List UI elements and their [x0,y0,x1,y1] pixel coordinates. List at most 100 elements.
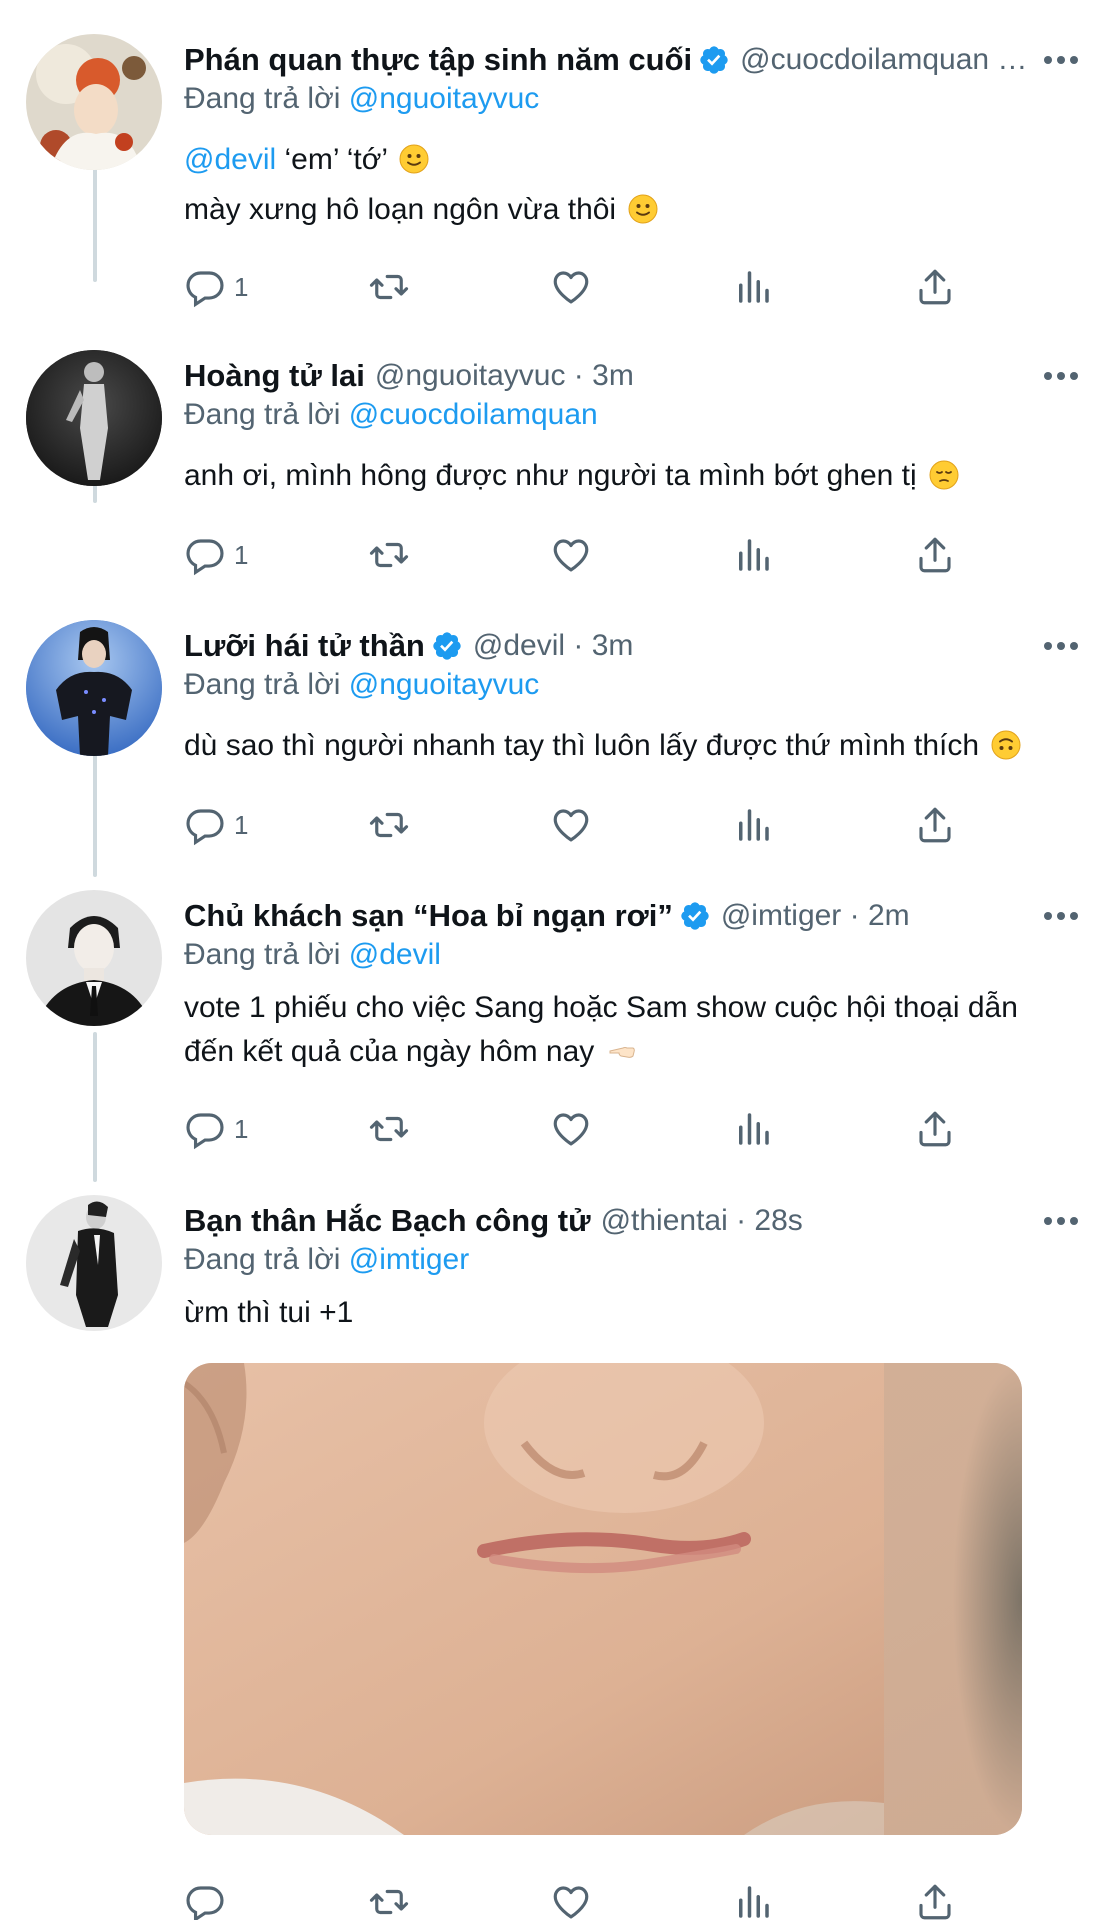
reply-icon [186,539,224,576]
mention-link[interactable]: @devil [184,143,276,176]
heart-icon [553,271,589,304]
user-handle[interactable]: @devil · 3m [473,629,634,663]
avatar[interactable] [26,620,162,756]
reply-icon [186,1113,224,1150]
like-button[interactable] [550,1877,592,1920]
display-name[interactable]: Hoàng tử lai [184,358,365,394]
avatar[interactable] [26,1195,162,1331]
tweet-text: dù sao thì người nhanh tay thì luôn lấy … [184,724,1078,768]
more-icon[interactable] [1044,38,1078,82]
reply-icon [186,809,224,846]
user-handle[interactable]: @thientai · 28s [601,1204,803,1238]
reply-button[interactable]: 1 [184,262,248,312]
tweet[interactable]: Bạn thân Hắc Bạch công tử @thientai · 28… [0,1195,1118,1920]
tweet[interactable]: Chủ khách sạn “Hoa bỉ ngạn rơi” @imtiger… [0,890,1118,1180]
tweet-actions: 1 [184,530,984,580]
avatar[interactable] [26,350,162,486]
more-icon[interactable] [1044,1199,1078,1243]
tweet[interactable]: Lưỡi hái tử thần @devil · 3m Đang trả lờ… [0,620,1118,870]
verified-badge-icon [681,902,709,930]
replying-label: Đang trả lời [184,398,341,431]
tweet-text: vote 1 phiếu cho việc Sang hoặc Sam show… [184,986,1078,1074]
views-button[interactable] [732,530,774,580]
user-handle[interactable]: @imtiger · 2m [721,899,910,933]
tweet[interactable]: Phán quan thực tập sinh năm cuối @cuocdo… [0,0,1118,320]
reply-button[interactable]: 1 [184,530,248,580]
avatar[interactable] [26,890,162,1026]
analytics-icon [739,271,769,303]
views-button[interactable] [732,262,774,312]
share-button[interactable] [914,1877,956,1920]
reply-mention-link[interactable]: @imtiger [349,1243,469,1276]
replying-label: Đang trả lời [184,938,341,971]
analytics-icon [739,809,769,841]
reply-button[interactable] [184,1877,234,1920]
avatar[interactable] [26,34,162,170]
tweet[interactable]: Hoàng tử lai @nguoitayvuc · 3m Đang trả … [0,350,1118,600]
display-name[interactable]: Lưỡi hái tử thần [184,628,425,664]
share-button[interactable] [914,530,956,580]
reply-count: 1 [234,271,249,302]
views-button[interactable] [732,800,774,850]
reply-button[interactable]: 1 [184,800,248,850]
tweet-text: anh ơi, mình hông được như người ta mình… [184,454,1078,498]
retweet-button[interactable] [368,800,410,850]
tweet-actions [184,1877,984,1920]
like-button[interactable] [550,1104,592,1154]
like-button[interactable] [550,530,592,580]
display-name[interactable]: Bạn thân Hắc Bạch công tử [184,1203,591,1239]
more-icon[interactable] [1044,624,1078,668]
more-icon[interactable] [1044,894,1078,938]
user-handle[interactable]: @cuocdoilamquan … [740,43,1027,77]
analytics-icon [739,1113,769,1145]
display-name[interactable]: Chủ khách sạn “Hoa bỉ ngạn rơi” [184,898,673,934]
pensive-face-emoji-icon [929,460,959,490]
share-button[interactable] [914,800,956,850]
user-handle[interactable]: @nguoitayvuc · 3m [375,359,634,393]
display-name[interactable]: Phán quan thực tập sinh năm cuối [184,42,692,78]
like-button[interactable] [550,800,592,850]
replying-to: Đang trả lời @nguoitayvuc [184,668,539,702]
like-button[interactable] [550,262,592,312]
share-icon [919,1884,951,1920]
reply-mention-link[interactable]: @nguoitayvuc [349,668,540,701]
retweet-button[interactable] [368,530,410,580]
views-button[interactable] [732,1104,774,1154]
reply-count: 1 [234,1113,249,1144]
replying-label: Đang trả lời [184,668,341,701]
tweet-text-line: anh ơi, mình hông được như người ta mình… [184,459,917,492]
reply-mention-link[interactable]: @nguoitayvuc [349,82,540,115]
tweet-text-line: dù sao thì người nhanh tay thì luôn lấy … [184,729,980,762]
retweet-icon [369,1889,409,1915]
tweet-media-image[interactable] [184,1363,1022,1835]
pointing-left-hand-emoji-icon [609,1047,635,1058]
tweet-text-line: vote 1 phiếu cho việc Sang hoặc Sam show… [184,991,1018,1024]
share-button[interactable] [914,262,956,312]
retweet-button[interactable] [368,1877,410,1920]
tweet-text: @devil ‘em’ ‘tớ’ mày xưng hô loạn ngôn v… [184,138,1078,232]
reply-count: 1 [234,809,249,840]
tweet-actions: 1 [184,1104,984,1154]
retweet-button[interactable] [368,262,410,312]
slight-smile-emoji-icon [399,144,429,174]
replying-label: Đang trả lời [184,82,341,115]
reply-button[interactable]: 1 [184,1104,248,1154]
reply-icon [186,1886,224,1920]
retweet-button[interactable] [368,1104,410,1154]
share-button[interactable] [914,1104,956,1154]
reply-icon [186,271,224,308]
tweet-text-line: ừm thì tui +1 [184,1296,354,1329]
reply-count: 1 [234,539,249,570]
tweet-text: ừm thì tui +1 [184,1291,1078,1335]
views-button[interactable] [732,1877,774,1920]
share-icon [919,269,951,305]
tweet-text-line: ‘em’ ‘tớ’ [276,143,387,176]
reply-mention-link[interactable]: @devil [349,938,441,971]
reply-mention-link[interactable]: @cuocdoilamquan [349,398,598,431]
analytics-icon [739,1886,769,1918]
replying-to: Đang trả lời @nguoitayvuc [184,82,539,116]
tweet-actions: 1 [184,800,984,850]
more-icon[interactable] [1044,354,1078,398]
tweet-text-line: mày xưng hô loạn ngôn vừa thôi [184,193,617,226]
tweet-actions: 1 [184,262,984,312]
